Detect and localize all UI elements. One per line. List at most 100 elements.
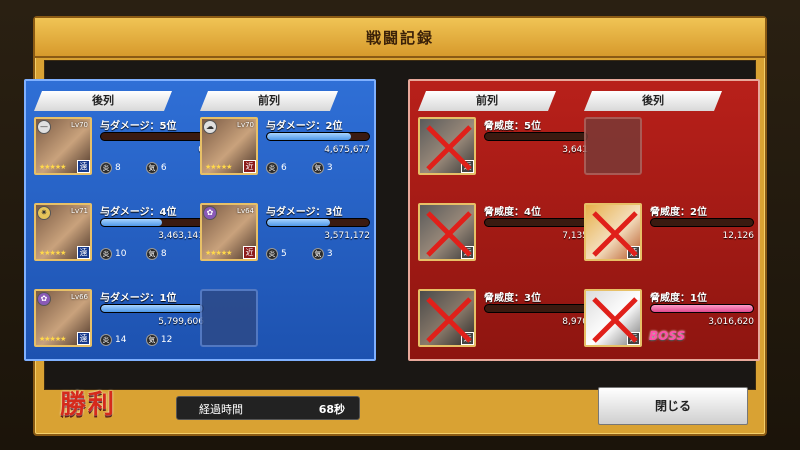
ally-unit[interactable]: ✿ Lv64 ★★★★★ 近 与ダメージ：3位 3,571,172 炎5 気3 <box>200 203 370 267</box>
unit-stats: 炎8 気6 <box>100 162 189 174</box>
rarity-stars: ★★★★★ <box>39 163 66 171</box>
fire-icon: 炎 <box>100 248 112 260</box>
fire-icon: 炎 <box>266 248 278 260</box>
enemy-unit[interactable]: 近 脅威度：5位 3,641 <box>418 117 588 181</box>
damage-rank-label: 与ダメージ：2位 <box>266 121 343 132</box>
ally-front-header: 前列 <box>200 91 338 111</box>
unit-stats: 炎 14 気 12 <box>100 334 189 346</box>
level-text: Lv66 <box>71 293 88 301</box>
threat-value: 7,135 <box>562 231 588 241</box>
threat-rank-label: 脅威度：4位 <box>484 207 541 218</box>
range-badge: 遠 <box>77 332 90 345</box>
spirit-icon: 気 <box>311 162 324 174</box>
damage-value: 4,675,677 <box>324 145 370 155</box>
damage-bar <box>266 218 370 227</box>
enemy-portrait: 遠 <box>584 203 642 261</box>
threat-bar <box>650 218 754 227</box>
fire-icon: 炎 <box>100 162 112 174</box>
threat-value: 12,126 <box>722 231 755 241</box>
ally-unit[interactable]: ☁ Lv70 ★★★★★ 近 与ダメージ：2位 4,675,677 炎6 気3 <box>200 117 370 181</box>
damage-value: 3,571,172 <box>324 231 370 241</box>
spirit-icon: 気 <box>311 248 324 260</box>
enemy-unit[interactable]: 近 脅威度：3位 8,970 <box>418 289 588 353</box>
ally-unit[interactable]: — Lv70 ★★★★★ 遠 与ダメージ：5位 0 炎8 気6 <box>34 117 204 181</box>
title-bar: 戦闘記録 <box>35 18 765 58</box>
victory-result: 勝利 <box>60 390 117 420</box>
ally-panel: 後列 前列 — Lv70 ★★★★★ 遠 与ダメージ：5位 0 炎8 気6 ☁ … <box>24 79 376 361</box>
fire-icon: 炎 <box>100 334 112 346</box>
family-crest-icon: — <box>37 120 51 134</box>
ally-unit[interactable]: ✿ Lv66 ★★★★★ 遠 与ダメージ：1位 5,799,606 炎 14 気1… <box>34 289 204 353</box>
rarity-stars: ★★★★★ <box>39 335 66 343</box>
character-portrait: ✿ Lv66 ★★★★★ 遠 <box>34 289 92 347</box>
spirit-icon: 気 <box>145 162 158 174</box>
close-button[interactable]: 閉じる <box>598 387 748 425</box>
enemy-portrait: 近 <box>418 203 476 261</box>
enemy-panel: 前列 後列 近 脅威度：5位 3,641 近 脅威度：4位 7,135 遠 脅威… <box>408 79 760 361</box>
damage-rank-label: 与ダメージ：4位 <box>100 207 177 218</box>
spirit-icon: 気 <box>145 248 158 260</box>
threat-value: 8,970 <box>562 317 588 327</box>
character-portrait: ✷ Lv71 ★★★★★ 遠 <box>34 203 92 261</box>
unit-stats: 炎6 気3 <box>266 162 355 174</box>
level-text: Lv71 <box>71 207 88 215</box>
enemy-unit[interactable]: 遠 脅威度：2位 12,126 <box>584 203 755 267</box>
enemy-rear-header: 後列 <box>584 91 722 111</box>
enemy-front-header: 前列 <box>418 91 556 111</box>
ally-unit[interactable]: ✷ Lv71 ★★★★★ 遠 与ダメージ：4位 3,463,141 炎 10 気8 <box>34 203 204 267</box>
threat-value: 3,641 <box>562 145 588 155</box>
empty-slot <box>200 289 258 347</box>
enemy-unit[interactable]: 近 脅威度：4位 7,135 <box>418 203 588 267</box>
damage-bar <box>100 218 204 227</box>
damage-rank-label: 与ダメージ：1位 <box>100 293 177 304</box>
threat-bar <box>484 132 588 141</box>
range-badge: 近 <box>243 246 256 259</box>
elapsed-time-label: 経過時間 <box>199 403 243 416</box>
family-crest-icon: ✿ <box>37 292 51 306</box>
threat-bar <box>484 304 588 313</box>
family-crest-icon: ✿ <box>203 206 217 220</box>
family-crest-icon: ✷ <box>37 206 51 220</box>
threat-rank-label: 脅威度：3位 <box>484 293 541 304</box>
damage-bar <box>100 132 204 141</box>
threat-rank-label: 脅威度：1位 <box>650 293 707 304</box>
damage-value: 3,463,141 <box>158 231 204 241</box>
enemy-portrait: 近 <box>584 289 642 347</box>
character-portrait: ☁ Lv70 ★★★★★ 近 <box>200 117 258 175</box>
range-badge: 遠 <box>77 246 90 259</box>
boss-label: BOSS <box>649 329 686 343</box>
threat-bar <box>484 218 588 227</box>
unit-stats: 炎5 気3 <box>266 248 355 260</box>
defeated-x-icon <box>426 125 472 171</box>
damage-value: 0 <box>100 145 204 155</box>
defeated-x-icon <box>426 297 472 343</box>
damage-value: 5,799,606 <box>158 317 204 327</box>
fire-icon: 炎 <box>266 162 278 174</box>
rarity-stars: ★★★★★ <box>205 163 232 171</box>
rarity-stars: ★★★★★ <box>39 249 66 257</box>
threat-value: 3,016,620 <box>708 317 754 327</box>
enemy-portrait: 近 <box>418 117 476 175</box>
damage-bar <box>266 132 370 141</box>
range-badge: 近 <box>243 160 256 173</box>
level-text: Lv70 <box>237 121 254 129</box>
damage-rank-label: 与ダメージ：5位 <box>100 121 177 132</box>
defeated-x-icon <box>592 211 638 257</box>
threat-rank-label: 脅威度：5位 <box>484 121 541 132</box>
threat-rank-label: 脅威度：2位 <box>650 207 707 218</box>
enemy-unit-boss[interactable]: 近 脅威度：1位 3,016,620 <box>584 289 754 353</box>
range-badge: 遠 <box>77 160 90 173</box>
level-text: Lv70 <box>71 121 88 129</box>
level-text: Lv64 <box>237 207 254 215</box>
rarity-stars: ★★★★★ <box>205 249 232 257</box>
spirit-icon: 気 <box>145 334 158 346</box>
unit-stats: 炎 10 気8 <box>100 248 189 260</box>
character-portrait: — Lv70 ★★★★★ 遠 <box>34 117 92 175</box>
threat-bar <box>650 304 754 313</box>
elapsed-time-value: 68秒 <box>318 403 345 416</box>
enemy-portrait: 近 <box>418 289 476 347</box>
family-crest-icon: ☁ <box>203 120 217 134</box>
defeated-x-icon <box>592 297 638 343</box>
ally-rear-header: 後列 <box>34 91 172 111</box>
empty-slot <box>584 117 642 175</box>
